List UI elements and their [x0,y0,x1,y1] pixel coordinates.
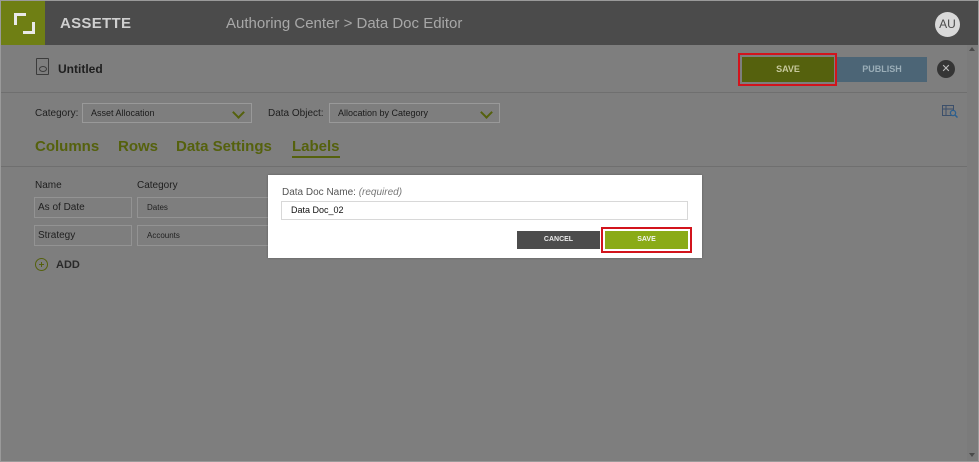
publish-button[interactable]: PUBLISH [837,57,927,82]
page-title[interactable]: Untitled [58,62,103,76]
top-bar: ASSETTE Authoring Center > Data Doc Edit… [1,1,978,45]
label-name-input[interactable]: As of Date [34,197,132,218]
save-button[interactable]: SAVE [742,57,834,82]
add-label-button[interactable]: ADD [56,259,80,271]
data-doc-name-label-text: Data Doc Name: [282,187,356,198]
add-circle-icon[interactable] [35,258,48,271]
category-label: Category: [35,108,79,119]
avatar[interactable]: AU [935,12,960,37]
data-object-label: Data Object: [268,108,324,119]
tab-columns[interactable]: Columns [35,138,99,155]
chevron-down-icon [232,106,245,119]
label-category-select[interactable]: Accounts [137,225,269,246]
brand-name: ASSETTE [60,15,132,32]
tab-labels[interactable]: Labels [292,138,340,158]
column-header-category: Category [137,180,178,191]
data-object-select[interactable]: Allocation by Category [329,103,500,123]
scroll-up-arrow[interactable] [969,47,975,51]
document-icon [36,58,49,75]
tab-rows[interactable]: Rows [118,138,158,155]
tabs-divider [1,166,978,167]
label-category-select[interactable]: Dates [137,197,269,218]
app-window: ASSETTE Authoring Center > Data Doc Edit… [0,0,979,462]
tab-data-settings[interactable]: Data Settings [176,138,272,155]
category-select-value: Asset Allocation [91,108,155,118]
logo-icon[interactable] [1,1,45,45]
required-hint: (required) [358,187,403,198]
dialog-save-highlight-frame [601,227,692,253]
category-select[interactable]: Asset Allocation [82,103,252,123]
table-search-icon[interactable] [942,105,958,118]
data-doc-name-input[interactable]: Data Doc_02 [281,201,688,220]
data-doc-name-label: Data Doc Name: (required) [282,187,402,198]
scrollbar[interactable] [967,45,978,461]
label-name-input[interactable]: Strategy [34,225,132,246]
data-object-select-value: Allocation by Category [338,108,429,118]
close-icon[interactable]: ✕ [937,60,955,78]
chevron-down-icon [480,106,493,119]
header-divider [1,92,978,93]
scroll-down-arrow[interactable] [969,453,975,457]
cancel-button[interactable]: CANCEL [517,231,600,249]
column-header-name: Name [35,180,62,191]
breadcrumb: Authoring Center > Data Doc Editor [226,15,463,32]
